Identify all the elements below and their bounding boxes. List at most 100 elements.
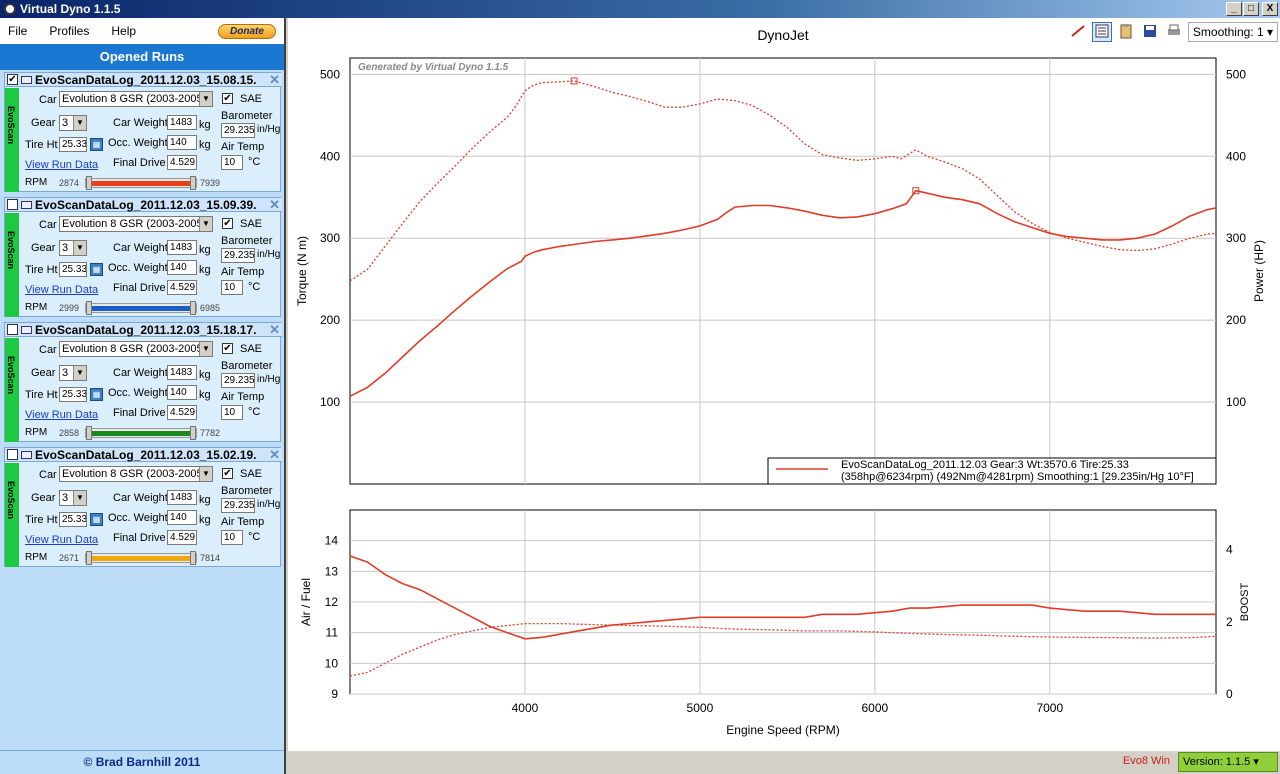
rpm-range-slider[interactable] bbox=[85, 426, 197, 440]
rpm-range-slider[interactable] bbox=[85, 551, 197, 565]
air-temp-field[interactable]: 10 bbox=[221, 155, 243, 170]
rpm-max-handle[interactable] bbox=[190, 551, 196, 565]
pen-icon[interactable] bbox=[1068, 22, 1088, 42]
collapse-icon[interactable] bbox=[21, 326, 32, 334]
rpm-min-handle[interactable] bbox=[86, 551, 92, 565]
sae-checkbox[interactable]: ✔ bbox=[222, 218, 233, 229]
final-drive-field[interactable]: 4.529 bbox=[167, 530, 197, 545]
minimize-button[interactable]: _ bbox=[1226, 2, 1242, 16]
gear-label: Gear bbox=[31, 242, 56, 254]
print-icon[interactable] bbox=[1164, 22, 1184, 42]
occ-weight-field[interactable]: 140 bbox=[167, 135, 197, 150]
collapse-icon[interactable] bbox=[21, 451, 32, 459]
air-temp-field[interactable]: 10 bbox=[221, 530, 243, 545]
run-visible-checkbox[interactable] bbox=[7, 199, 18, 210]
collapse-icon[interactable] bbox=[21, 76, 32, 84]
calculator-icon[interactable]: ▦ bbox=[90, 513, 103, 526]
close-icon[interactable]: ✕ bbox=[269, 448, 280, 461]
car-select[interactable]: Evolution 8 GSR (2003-2005) ▼ bbox=[59, 466, 213, 482]
afr-axis-label: Air / Fuel bbox=[299, 578, 313, 626]
tire-field[interactable]: 25.33 bbox=[59, 512, 87, 527]
version-dropdown[interactable]: Version: 1.1.5 ▾ bbox=[1178, 752, 1278, 772]
rpm-min-handle[interactable] bbox=[86, 426, 92, 440]
car-select[interactable]: Evolution 8 GSR (2003-2005) ▼ bbox=[59, 91, 213, 107]
car-select[interactable]: Evolution 8 GSR (2003-2005) ▼ bbox=[59, 216, 213, 232]
gear-select[interactable]: 3 ▼ bbox=[59, 490, 87, 506]
legend-line-2: (358hp@6234rpm) (492Nm@4281rpm) Smoothin… bbox=[841, 471, 1194, 483]
view-run-data-link[interactable]: View Run Data bbox=[25, 409, 98, 421]
menu-profiles[interactable]: Profiles bbox=[49, 24, 89, 38]
close-icon[interactable]: ✕ bbox=[269, 323, 280, 336]
y-tick-label: 500 bbox=[320, 67, 340, 81]
tire-field[interactable]: 25.33 bbox=[59, 137, 87, 152]
tire-field[interactable]: 25.33 bbox=[59, 387, 87, 402]
occ-weight-field[interactable]: 140 bbox=[167, 260, 197, 275]
car-weight-field[interactable]: 1483 bbox=[167, 240, 197, 255]
final-drive-field[interactable]: 4.529 bbox=[167, 280, 197, 295]
barometer-field[interactable]: 29.235 bbox=[221, 373, 255, 388]
save-icon[interactable] bbox=[1140, 22, 1160, 42]
rpm-range-slider[interactable] bbox=[85, 301, 197, 315]
car-weight-field[interactable]: 1483 bbox=[167, 490, 197, 505]
gear-select[interactable]: 3 ▼ bbox=[59, 115, 87, 131]
run-visible-checkbox[interactable] bbox=[7, 449, 18, 460]
y-tick-label: 14 bbox=[325, 534, 339, 548]
rpm-max: 6985 bbox=[200, 303, 221, 313]
run-visible-checkbox[interactable] bbox=[7, 324, 18, 335]
calculator-icon[interactable]: ▦ bbox=[90, 138, 103, 151]
sae-checkbox[interactable]: ✔ bbox=[222, 343, 233, 354]
legend-line-1: EvoScanDataLog_2011.12.03 Gear:3 Wt:3570… bbox=[841, 459, 1129, 471]
rpm-min: 2874 bbox=[59, 178, 80, 188]
gear-select[interactable]: 3 ▼ bbox=[59, 240, 87, 256]
chevron-down-icon: ▼ bbox=[73, 491, 86, 505]
rpm-range-fill bbox=[92, 306, 190, 311]
final-drive-label: Final Drive bbox=[113, 407, 166, 419]
y-tick-label: 12 bbox=[325, 595, 339, 609]
calculator-icon[interactable]: ▦ bbox=[90, 388, 103, 401]
gear-select[interactable]: 3 ▼ bbox=[59, 365, 87, 381]
barometer-field[interactable]: 29.235 bbox=[221, 498, 255, 513]
car-label: Car bbox=[39, 219, 57, 231]
car-weight-field[interactable]: 1483 bbox=[167, 115, 197, 130]
close-icon[interactable]: ✕ bbox=[269, 73, 280, 86]
rpm-min-handle[interactable] bbox=[86, 176, 92, 190]
rpm-max-handle[interactable] bbox=[190, 301, 196, 315]
final-drive-field[interactable]: 4.529 bbox=[167, 155, 197, 170]
menu-help[interactable]: Help bbox=[111, 24, 136, 38]
air-temp-field[interactable]: 10 bbox=[221, 280, 243, 295]
car-weight-field[interactable]: 1483 bbox=[167, 365, 197, 380]
view-run-data-link[interactable]: View Run Data bbox=[25, 284, 98, 296]
barometer-field[interactable]: 29.235 bbox=[221, 123, 255, 138]
calculator-icon[interactable]: ▦ bbox=[90, 263, 103, 276]
close-button[interactable]: X bbox=[1262, 2, 1278, 16]
barometer-field[interactable]: 29.235 bbox=[221, 248, 255, 263]
rpm-range-slider[interactable] bbox=[85, 176, 197, 190]
collapse-icon[interactable] bbox=[21, 201, 32, 209]
sae-checkbox[interactable]: ✔ bbox=[222, 93, 233, 104]
rpm-max-handle[interactable] bbox=[190, 176, 196, 190]
rpm-max-handle[interactable] bbox=[190, 426, 196, 440]
maximize-button[interactable]: □ bbox=[1243, 2, 1259, 16]
rpm-min-handle[interactable] bbox=[86, 301, 92, 315]
view-run-data-link[interactable]: View Run Data bbox=[25, 534, 98, 546]
smoothing-dropdown[interactable]: Smoothing: 1 ▾ bbox=[1187, 22, 1278, 42]
tire-field[interactable]: 25.33 bbox=[59, 262, 87, 277]
view-run-data-link[interactable]: View Run Data bbox=[25, 159, 98, 171]
x-tick-label: 6000 bbox=[861, 701, 888, 715]
sae-checkbox[interactable]: ✔ bbox=[222, 468, 233, 479]
run-visible-checkbox[interactable]: ✔ bbox=[7, 74, 18, 85]
run-header: EvoScanDataLog_2011.12.03_15.18.17. ✕ bbox=[5, 323, 282, 337]
y2-tick-label: 4 bbox=[1226, 543, 1233, 557]
final-drive-label: Final Drive bbox=[113, 532, 166, 544]
air-temp-field[interactable]: 10 bbox=[221, 405, 243, 420]
clipboard-icon[interactable] bbox=[1116, 22, 1136, 42]
close-icon[interactable]: ✕ bbox=[269, 198, 280, 211]
car-select[interactable]: Evolution 8 GSR (2003-2005) ▼ bbox=[59, 341, 213, 357]
donate-button[interactable]: Donate bbox=[218, 24, 276, 39]
occ-weight-label: Occ. Weight bbox=[108, 262, 168, 274]
occ-weight-field[interactable]: 140 bbox=[167, 385, 197, 400]
occ-weight-field[interactable]: 140 bbox=[167, 510, 197, 525]
list-view-icon[interactable] bbox=[1091, 22, 1112, 42]
menu-file[interactable]: File bbox=[8, 24, 27, 38]
final-drive-field[interactable]: 4.529 bbox=[167, 405, 197, 420]
